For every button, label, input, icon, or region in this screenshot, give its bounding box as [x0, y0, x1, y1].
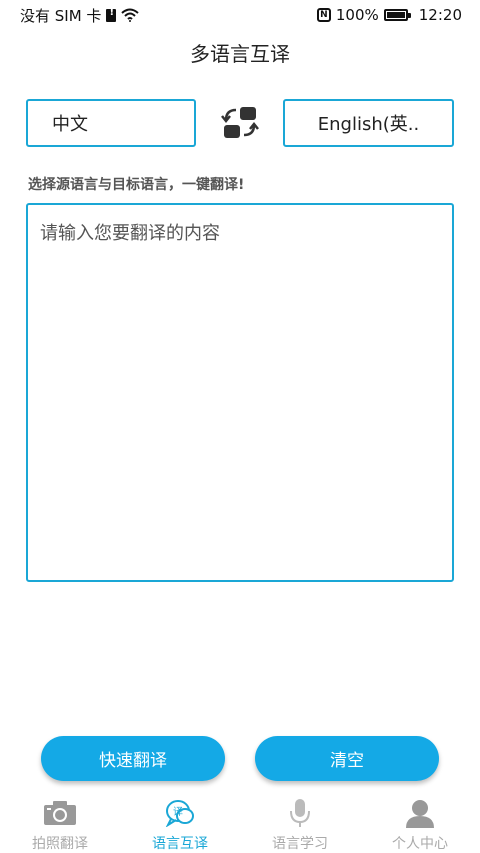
- status-right: N 100% 12:20: [316, 6, 462, 24]
- camera-icon: [44, 801, 76, 825]
- wifi-icon: [121, 8, 140, 22]
- tab-label: 语言学习: [272, 836, 328, 852]
- hint-text: 选择源语言与目标语言，一键翻译!: [28, 177, 245, 193]
- tab-photo-translate[interactable]: 拍照翻译: [0, 793, 120, 853]
- tab-personal-center[interactable]: 个人中心: [360, 793, 480, 853]
- tab-label: 个人中心: [392, 836, 448, 852]
- tab-label: 拍照翻译: [32, 836, 88, 852]
- tab-label: 语言互译: [152, 836, 208, 852]
- status-bar: 没有 SIM 卡 N 100% 12:20: [0, 0, 480, 30]
- status-left: 没有 SIM 卡: [20, 5, 140, 26]
- translate-input[interactable]: [26, 203, 454, 582]
- tab-language-translate[interactable]: 译 语言互译: [120, 793, 240, 853]
- tab-language-learning[interactable]: 语言学习: [240, 793, 360, 853]
- bottom-tab-bar: 拍照翻译 译 语言互译 语言学习 个人中心: [0, 793, 480, 853]
- source-language-label: 中文: [52, 114, 88, 135]
- nfc-icon: N: [316, 8, 331, 22]
- carrier-text: 没有 SIM 卡: [20, 6, 102, 25]
- svg-text:译: 译: [173, 806, 183, 818]
- target-language-label: English(英..: [317, 114, 420, 135]
- battery-icon: [383, 9, 411, 21]
- swap-icon[interactable]: [220, 104, 260, 142]
- clock: 12:20: [418, 6, 462, 24]
- microphone-icon: [290, 799, 310, 827]
- page-title: 多语言互译: [190, 42, 290, 66]
- quick-translate-button[interactable]: 快速翻译: [41, 736, 225, 781]
- battery-percent: 100%: [335, 6, 379, 24]
- sim-alert-icon: [106, 7, 117, 22]
- target-language-select[interactable]: English(英..: [283, 99, 454, 147]
- translate-icon: 译: [165, 800, 194, 827]
- user-icon: [406, 800, 434, 828]
- source-language-select[interactable]: 中文: [26, 99, 196, 147]
- clear-button[interactable]: 清空: [255, 736, 439, 781]
